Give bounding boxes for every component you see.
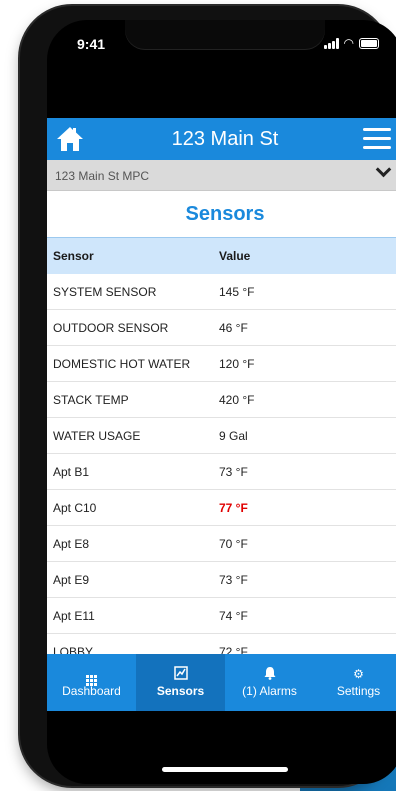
home-indicator — [162, 767, 288, 772]
status-icons: ◠ — [323, 36, 379, 50]
menu-button[interactable] — [363, 128, 391, 150]
page-title: 123 Main St — [171, 128, 279, 150]
sensor-table: Sensor Value SYSTEM SENSOR 145 °F OUTDOO… — [47, 237, 396, 670]
table-row[interactable]: Apt E9 73 °F — [47, 561, 396, 598]
bell-icon — [225, 666, 314, 682]
table-row[interactable]: Apt E11 74 °F — [47, 597, 396, 634]
sensor-value: 73 °F — [218, 453, 396, 490]
sensor-value: 74 °F — [218, 597, 396, 634]
sensor-value-alarm: 77 °F — [218, 489, 396, 526]
table-row[interactable]: STACK TEMP 420 °F — [47, 381, 396, 418]
tab-label: Settings — [336, 684, 381, 698]
status-time: 9:41 — [77, 36, 106, 52]
tab-settings[interactable]: ⚙ Settings — [314, 654, 396, 711]
app-header: 123 Main St — [47, 118, 396, 160]
sensor-name: OUTDOOR SENSOR — [47, 309, 218, 346]
table-row[interactable]: OUTDOOR SENSOR 46 °F — [47, 309, 396, 346]
sensor-value: 420 °F — [218, 381, 396, 418]
phone-screen: 9:41 ◠ 123 Main St 123 Main St MPC Senso… — [47, 20, 396, 784]
table-row[interactable]: Apt E8 70 °F — [47, 525, 396, 562]
sensor-name: WATER USAGE — [47, 417, 218, 454]
tab-label: Dashboard — [62, 684, 121, 698]
location-label: 123 Main St MPC — [55, 169, 150, 183]
chart-icon — [136, 666, 225, 682]
sensor-value: 120 °F — [218, 345, 396, 382]
table-row[interactable]: SYSTEM SENSOR 145 °F — [47, 274, 396, 310]
sensor-value: 70 °F — [218, 525, 396, 562]
battery-icon — [359, 37, 379, 49]
sensor-name: Apt E11 — [47, 597, 218, 634]
sensor-name: Apt B1 — [47, 453, 218, 490]
tab-dashboard[interactable]: Dashboard — [47, 654, 136, 711]
sensor-name: STACK TEMP — [47, 381, 218, 418]
sensor-name: SYSTEM SENSOR — [47, 274, 218, 310]
gear-icon: ⚙ — [353, 667, 364, 681]
hamburger-icon-bar — [363, 128, 391, 131]
column-header-value: Value — [218, 237, 396, 274]
tab-sensors[interactable]: Sensors — [136, 654, 225, 711]
tab-label: (1) Alarms — [242, 684, 297, 698]
sensor-name: Apt C10 — [47, 489, 218, 526]
signal-icon — [323, 37, 339, 49]
grid-icon — [47, 666, 136, 686]
sensor-value: 46 °F — [218, 309, 396, 346]
phone-frame: 9:41 ◠ 123 Main St 123 Main St MPC Senso… — [20, 6, 396, 786]
location-selector[interactable]: 123 Main St MPC — [47, 160, 396, 191]
tab-label: Sensors — [156, 684, 205, 698]
sensor-value: 9 Gal — [218, 417, 396, 454]
hamburger-icon-bar — [363, 137, 391, 140]
column-header-sensor: Sensor — [47, 237, 218, 274]
table-row[interactable]: DOMESTIC HOT WATER 120 °F — [47, 345, 396, 382]
table-row[interactable]: Apt B1 73 °F — [47, 453, 396, 490]
notch — [125, 20, 325, 50]
chevron-down-icon[interactable] — [375, 161, 392, 178]
sensor-name: Apt E8 — [47, 525, 218, 562]
tab-alarms[interactable]: (1) Alarms — [225, 654, 314, 711]
app-content: 123 Main St 123 Main St MPC Sensors Sens… — [47, 118, 396, 711]
section-title: Sensors — [185, 203, 265, 225]
hamburger-icon-bar — [363, 146, 391, 149]
table-row[interactable]: Apt C10 77 °F — [47, 489, 396, 526]
sensor-value: 145 °F — [218, 274, 396, 310]
sensor-name: DOMESTIC HOT WATER — [47, 345, 218, 382]
table-header-row: Sensor Value — [47, 237, 396, 274]
sensor-value: 73 °F — [218, 561, 396, 598]
wifi-icon: ◠ — [343, 36, 354, 50]
table-row[interactable]: WATER USAGE 9 Gal — [47, 417, 396, 454]
sensor-name: Apt E9 — [47, 561, 218, 598]
bottom-tab-bar: Dashboard Sensors (1) Alarms ⚙ Settings — [47, 654, 396, 711]
